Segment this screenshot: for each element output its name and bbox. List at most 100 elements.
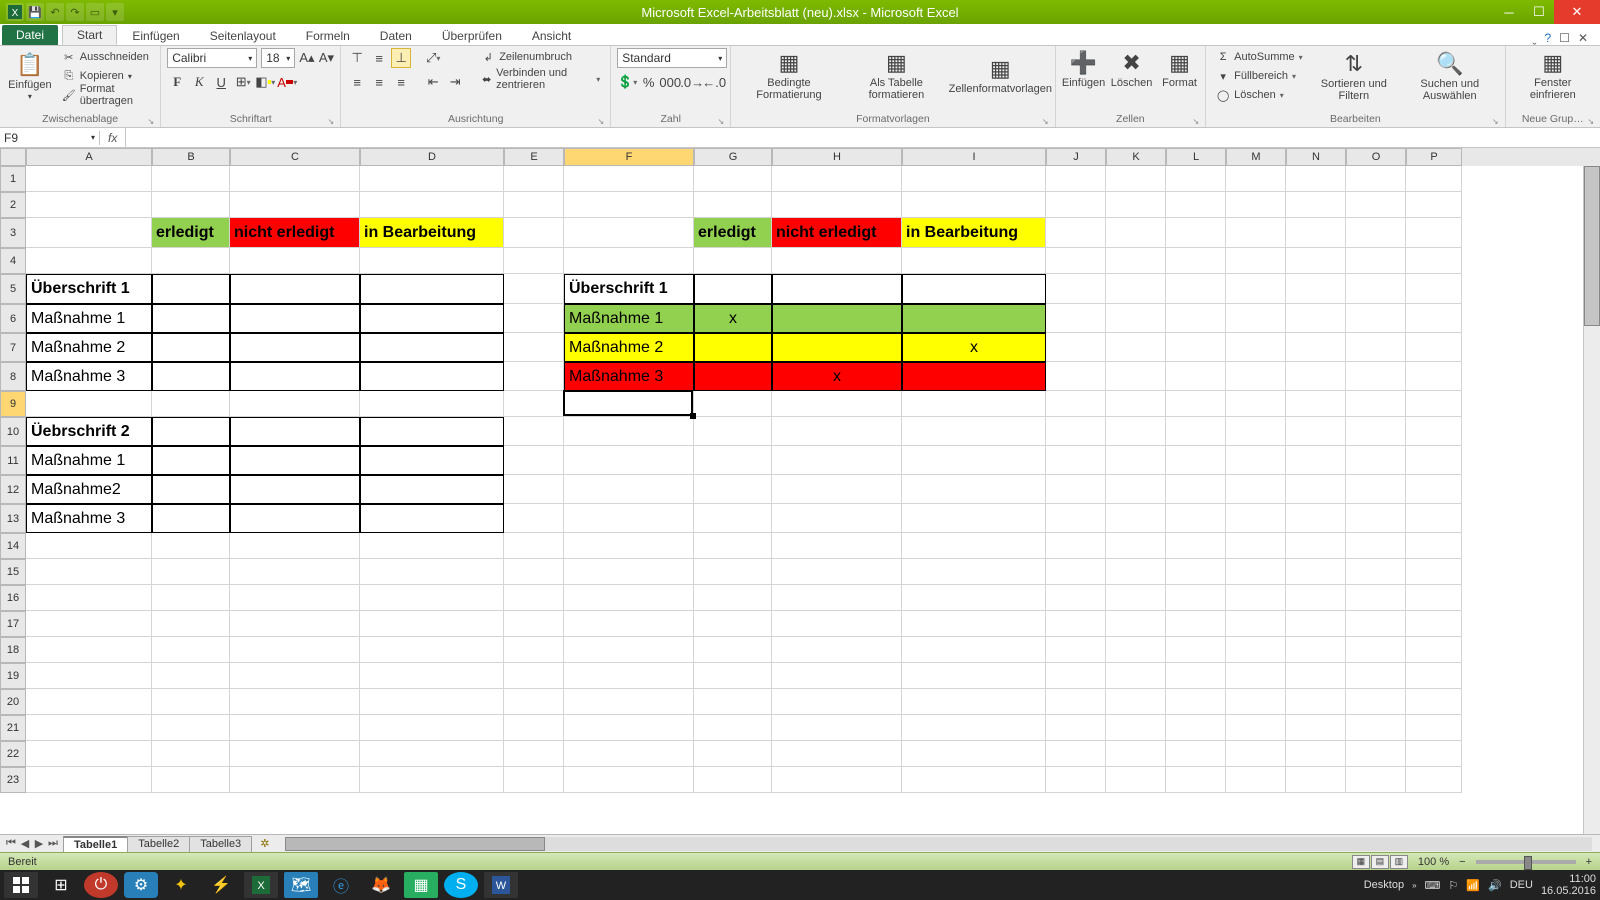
cell-O16[interactable] <box>1346 585 1406 611</box>
cell-F11[interactable] <box>564 446 694 475</box>
cell-K21[interactable] <box>1106 715 1166 741</box>
cell-C14[interactable] <box>230 533 360 559</box>
col-header-E[interactable]: E <box>504 148 564 166</box>
row-header-4[interactable]: 4 <box>0 248 26 274</box>
col-header-B[interactable]: B <box>152 148 230 166</box>
taskbar-app-settings[interactable]: ⚙ <box>124 872 158 898</box>
cell-K7[interactable] <box>1106 333 1166 362</box>
cell-H15[interactable] <box>772 559 902 585</box>
cell-B10[interactable] <box>152 417 230 446</box>
cell-M13[interactable] <box>1226 504 1286 533</box>
cell-D1[interactable] <box>360 166 504 192</box>
cell-A20[interactable] <box>26 689 152 715</box>
cell-E20[interactable] <box>504 689 564 715</box>
cell-C18[interactable] <box>230 637 360 663</box>
cell-F20[interactable] <box>564 689 694 715</box>
cell-L15[interactable] <box>1166 559 1226 585</box>
cell-B6[interactable] <box>152 304 230 333</box>
cell-M12[interactable] <box>1226 475 1286 504</box>
cell-C1[interactable] <box>230 166 360 192</box>
zoom-out-icon[interactable]: − <box>1459 856 1465 868</box>
cell-P1[interactable] <box>1406 166 1462 192</box>
cell-A17[interactable] <box>26 611 152 637</box>
cell-O13[interactable] <box>1346 504 1406 533</box>
cell-L18[interactable] <box>1166 637 1226 663</box>
cell-D18[interactable] <box>360 637 504 663</box>
cell-H19[interactable] <box>772 663 902 689</box>
cell-G21[interactable] <box>694 715 772 741</box>
cell-M10[interactable] <box>1226 417 1286 446</box>
cell-B20[interactable] <box>152 689 230 715</box>
col-header-F[interactable]: F <box>564 148 694 166</box>
cell-D2[interactable] <box>360 192 504 218</box>
cell-A13[interactable]: Maßnahme 3 <box>26 504 152 533</box>
cell-E12[interactable] <box>504 475 564 504</box>
cell-O4[interactable] <box>1346 248 1406 274</box>
cell-E14[interactable] <box>504 533 564 559</box>
cell-L6[interactable] <box>1166 304 1226 333</box>
row-header-6[interactable]: 6 <box>0 304 26 333</box>
cell-K15[interactable] <box>1106 559 1166 585</box>
select-all-corner[interactable] <box>0 148 26 166</box>
redo-icon[interactable]: ↷ <box>66 3 84 21</box>
excel-icon[interactable]: X <box>6 3 24 21</box>
row-header-23[interactable]: 23 <box>0 767 26 793</box>
cell-D7[interactable] <box>360 333 504 362</box>
cell-M18[interactable] <box>1226 637 1286 663</box>
page-layout-view-icon[interactable]: ▤ <box>1371 855 1389 869</box>
align-top-icon[interactable]: ⊤ <box>347 48 367 68</box>
row-header-17[interactable]: 17 <box>0 611 26 637</box>
cell-I6[interactable] <box>902 304 1046 333</box>
zoom-slider[interactable] <box>1476 860 1576 864</box>
ribbon-tab-einfügen[interactable]: Einfügen <box>117 25 194 45</box>
cell-F2[interactable] <box>564 192 694 218</box>
cell-J8[interactable] <box>1046 362 1106 391</box>
cell-D14[interactable] <box>360 533 504 559</box>
cell-M16[interactable] <box>1226 585 1286 611</box>
normal-view-icon[interactable]: ▦ <box>1352 855 1370 869</box>
col-header-H[interactable]: H <box>772 148 902 166</box>
cell-G17[interactable] <box>694 611 772 637</box>
cell-G15[interactable] <box>694 559 772 585</box>
cell-J17[interactable] <box>1046 611 1106 637</box>
cell-M23[interactable] <box>1226 767 1286 793</box>
taskbar-app-excel[interactable]: X <box>244 872 278 898</box>
cell-D22[interactable] <box>360 741 504 767</box>
cell-F1[interactable] <box>564 166 694 192</box>
cell-H22[interactable] <box>772 741 902 767</box>
cell-N23[interactable] <box>1286 767 1346 793</box>
cell-G11[interactable] <box>694 446 772 475</box>
cell-M1[interactable] <box>1226 166 1286 192</box>
cell-I9[interactable] <box>902 391 1046 417</box>
cell-G4[interactable] <box>694 248 772 274</box>
orientation-icon[interactable]: ⤢ <box>423 48 443 68</box>
cell-B8[interactable] <box>152 362 230 391</box>
col-header-J[interactable]: J <box>1046 148 1106 166</box>
maximize-button[interactable]: ☐ <box>1524 0 1554 24</box>
row-header-22[interactable]: 22 <box>0 741 26 767</box>
cell-A23[interactable] <box>26 767 152 793</box>
cell-O2[interactable] <box>1346 192 1406 218</box>
cell-H5[interactable] <box>772 274 902 304</box>
cell-O10[interactable] <box>1346 417 1406 446</box>
cell-I14[interactable] <box>902 533 1046 559</box>
cell-G23[interactable] <box>694 767 772 793</box>
paste-button[interactable]: 📋Einfügen▾ <box>6 50 54 103</box>
cell-J9[interactable] <box>1046 391 1106 417</box>
cell-F19[interactable] <box>564 663 694 689</box>
cell-I21[interactable] <box>902 715 1046 741</box>
col-header-G[interactable]: G <box>694 148 772 166</box>
cell-A22[interactable] <box>26 741 152 767</box>
cell-C7[interactable] <box>230 333 360 362</box>
row-header-9[interactable]: 9 <box>0 391 26 417</box>
cell-G2[interactable] <box>694 192 772 218</box>
taskbar-app-power[interactable]: ⏻ <box>84 872 118 898</box>
fill-color-button[interactable]: ◧ <box>255 72 275 92</box>
cell-M22[interactable] <box>1226 741 1286 767</box>
cell-K18[interactable] <box>1106 637 1166 663</box>
cell-I20[interactable] <box>902 689 1046 715</box>
start-button[interactable] <box>4 872 38 898</box>
cell-H23[interactable] <box>772 767 902 793</box>
cell-O1[interactable] <box>1346 166 1406 192</box>
cell-J7[interactable] <box>1046 333 1106 362</box>
